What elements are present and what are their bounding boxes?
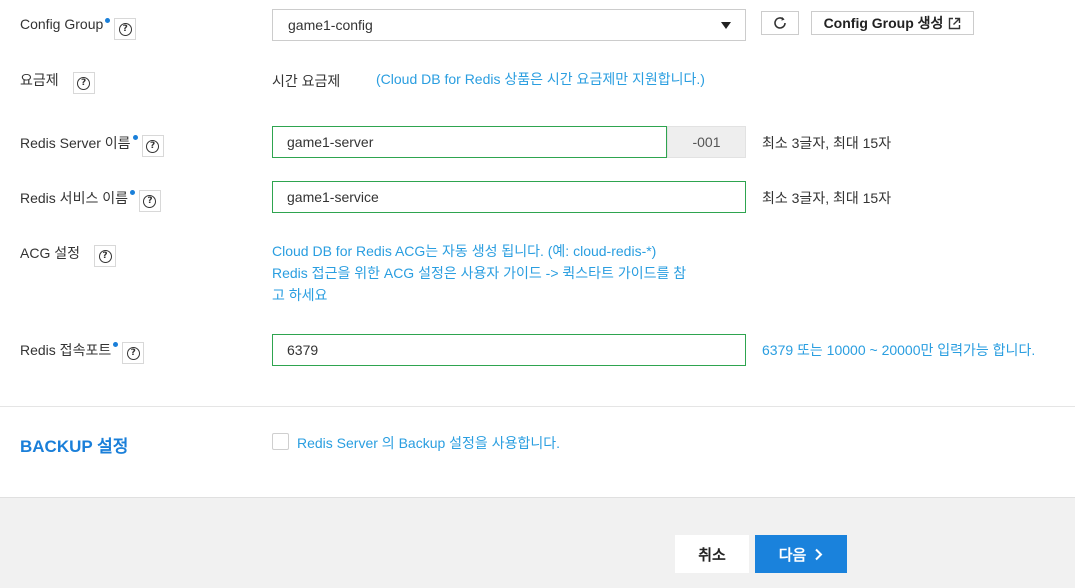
acg-label: ACG 설정 ?	[20, 243, 116, 267]
required-dot	[105, 18, 111, 23]
service-name-hint: 최소 3글자, 최대 15자	[762, 190, 892, 206]
chevron-right-icon	[814, 548, 823, 561]
service-name-input[interactable]	[272, 181, 746, 213]
refresh-button[interactable]	[761, 11, 799, 35]
server-name-hint: 최소 3글자, 최대 15자	[762, 135, 892, 151]
required-dot	[132, 135, 138, 140]
pricing-value: 시간 요금제	[272, 73, 341, 89]
required-dot	[113, 342, 119, 347]
backup-checkbox-label[interactable]: Redis Server 의 Backup 설정을 사용합니다.	[297, 433, 560, 453]
help-icon[interactable]: ?	[72, 72, 95, 94]
backup-checkbox[interactable]	[272, 433, 289, 450]
external-link-icon	[948, 17, 961, 30]
port-input[interactable]	[272, 334, 746, 366]
config-group-select[interactable]: game1-config	[272, 9, 746, 41]
help-icon[interactable]: ?	[138, 190, 161, 212]
server-name-input[interactable]	[272, 126, 667, 158]
pricing-note: (Cloud DB for Redis 상품은 시간 요금제만 지원합니다.)	[376, 71, 705, 87]
help-icon[interactable]: ?	[94, 245, 116, 267]
help-icon[interactable]: ?	[122, 342, 145, 364]
required-dot	[129, 190, 135, 195]
refresh-icon	[774, 17, 786, 29]
acg-note: Cloud DB for Redis ACG는 자동 생성 됩니다. (예: c…	[272, 243, 687, 303]
section-divider	[0, 406, 1075, 407]
pricing-label: 요금제 ?	[20, 70, 95, 94]
cancel-button[interactable]: 취소	[675, 535, 749, 573]
server-name-suffix: -001	[667, 126, 746, 158]
port-label: Redis 접속포트 ?	[20, 340, 145, 364]
help-icon[interactable]: ?	[114, 18, 137, 40]
server-name-label: Redis Server 이름 ?	[20, 133, 164, 157]
footer-bar	[0, 497, 1075, 588]
backup-section-title: BACKUP 설정	[20, 437, 129, 456]
config-group-create-button[interactable]: Config Group 생성	[811, 11, 974, 35]
config-group-label: Config Group ?	[20, 16, 137, 40]
service-name-label: Redis 서비스 이름 ?	[20, 188, 161, 212]
next-button[interactable]: 다음	[755, 535, 847, 573]
caret-down-icon	[721, 22, 731, 29]
port-hint: 6379 또는 10000 ~ 20000만 입력가능 합니다.	[762, 342, 1036, 358]
help-icon[interactable]: ?	[141, 135, 164, 157]
